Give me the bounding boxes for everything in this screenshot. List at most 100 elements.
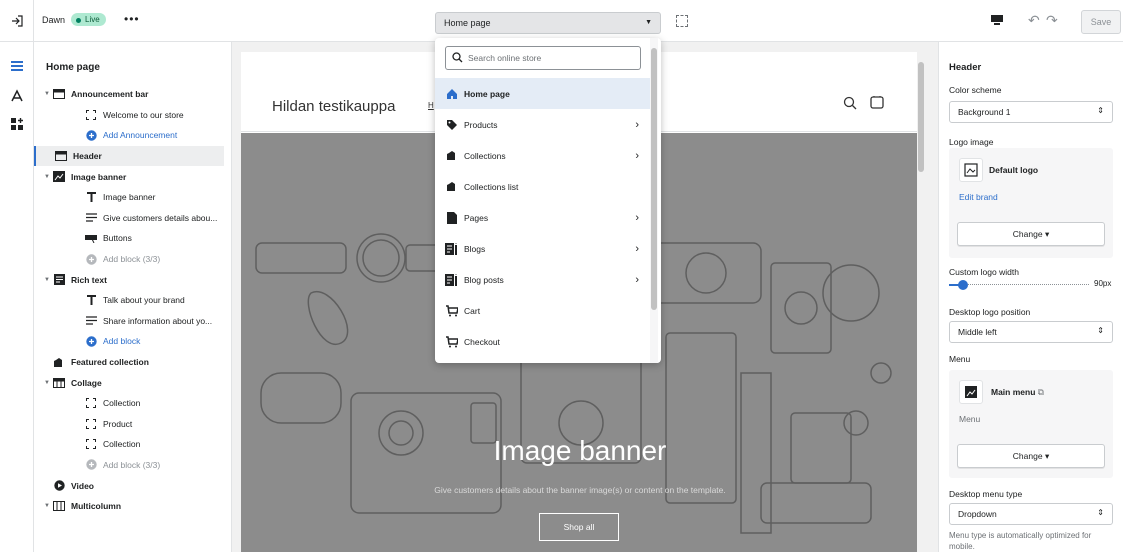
chevron-right-icon: › xyxy=(635,149,639,162)
sidebar-item-label: Announcement bar xyxy=(71,89,149,100)
sections-icon[interactable] xyxy=(9,58,25,74)
sidebar-section[interactable]: Featured collection xyxy=(34,352,224,373)
dropdown-item-label: Collections xyxy=(464,150,506,161)
exit-button[interactable] xyxy=(0,0,34,42)
text-icon xyxy=(84,294,98,306)
sidebar-section[interactable]: ▼ Rich text xyxy=(34,269,224,290)
desktop-device-icon[interactable] xyxy=(990,14,1004,26)
chevron-down-icon: ▾ xyxy=(1044,229,1050,239)
sidebar-section[interactable]: ▼ Image banner xyxy=(34,166,224,187)
logo-position-value: Middle left xyxy=(958,327,997,337)
store-search-icon[interactable] xyxy=(843,96,857,110)
dropdown-item[interactable]: Checkout xyxy=(435,326,651,357)
dropdown-item[interactable]: Blog posts › xyxy=(435,264,651,295)
settings-title: Header xyxy=(949,62,982,73)
sidebar-section[interactable]: ▼ Collage xyxy=(34,372,224,393)
exit-icon xyxy=(11,15,23,27)
banner-shop-button[interactable]: Shop all xyxy=(539,513,619,541)
video-icon xyxy=(52,480,66,492)
add-circle-icon xyxy=(84,335,98,347)
dropdown-item[interactable]: Products › xyxy=(435,109,651,140)
dropdown-item[interactable]: Pages › xyxy=(435,202,651,233)
change-logo-button[interactable]: Change ▾ xyxy=(957,222,1105,246)
sidebar-item-label: Video xyxy=(71,480,94,491)
sidebar-item-label: Product xyxy=(103,418,133,429)
caret-down-icon[interactable]: ▼ xyxy=(42,503,52,509)
add-block-button[interactable]: Add block xyxy=(34,331,224,352)
menu-type-help: Menu type is automatically optimized for… xyxy=(949,531,1092,551)
dropdown-item-label: Collections list xyxy=(464,181,519,192)
select-arrows-icon: ⇕ xyxy=(1097,326,1104,335)
store-cart-icon[interactable] xyxy=(869,94,885,110)
dropdown-item-label: Blogs xyxy=(464,243,486,254)
preview-scrollbar[interactable] xyxy=(917,52,925,552)
more-actions-button[interactable]: ••• xyxy=(124,12,140,26)
rich-text-icon xyxy=(52,274,66,286)
sidebar-section-selected[interactable]: Header xyxy=(34,145,224,167)
sidebar-block[interactable]: Welcome to our store xyxy=(34,105,224,126)
caret-down-icon[interactable]: ▼ xyxy=(42,91,52,97)
undo-icon[interactable]: ↶ xyxy=(1028,12,1040,29)
slider-knob[interactable] xyxy=(958,280,968,290)
left-rail xyxy=(0,42,34,552)
caret-down-icon[interactable]: ▼ xyxy=(42,380,52,386)
sidebar-item-label: Header xyxy=(73,151,102,162)
dropdown-item[interactable]: Collections list xyxy=(435,171,651,202)
logo-card: Default logo Edit brand Change ▾ xyxy=(949,148,1113,258)
color-scheme-value: Background 1 xyxy=(958,107,1011,117)
sidebar-block[interactable]: Collection xyxy=(34,393,224,414)
chevron-right-icon: › xyxy=(635,242,639,255)
add-block-button[interactable]: Add Announcement xyxy=(34,125,224,146)
store-nav-link[interactable]: H xyxy=(428,101,434,110)
announcement-icon xyxy=(52,88,66,100)
page-selector[interactable]: Home page ▼ xyxy=(435,12,661,34)
sidebar-item-label: Share information about yo... xyxy=(103,315,213,326)
dropdown-item[interactable]: Blogs › xyxy=(435,233,651,264)
caret-down-icon[interactable]: ▼ xyxy=(42,174,52,180)
header-icon xyxy=(54,150,68,162)
color-scheme-select[interactable]: Background 1 ⇕ xyxy=(949,101,1113,123)
sidebar-block[interactable]: Collection xyxy=(34,434,224,455)
logo-name: Default logo xyxy=(989,165,1039,175)
redo-icon[interactable]: ↷ xyxy=(1046,12,1058,29)
edit-brand-link[interactable]: Edit brand xyxy=(959,192,998,202)
menu-image-icon xyxy=(959,380,983,404)
section-tree: ▼ Announcement bar Welcome to our store Add… xyxy=(34,84,224,516)
sidebar-item-label: Welcome to our store xyxy=(103,109,184,120)
sidebar-block[interactable]: Product xyxy=(34,414,224,435)
logo-position-select[interactable]: Middle left ⇕ xyxy=(949,321,1113,343)
dropdown-search-input[interactable]: Search online store xyxy=(445,46,641,70)
dropdown-scrollbar[interactable] xyxy=(650,38,658,363)
logo-width-slider[interactable] xyxy=(949,280,1089,290)
sections-sidebar: Home page ▼ Announcement bar Welcome to ou… xyxy=(34,42,232,552)
sidebar-section[interactable]: ▼ Multicolumn xyxy=(34,496,224,517)
text-icon xyxy=(84,191,98,203)
dropdown-item[interactable]: Cart xyxy=(435,295,651,326)
menu-name[interactable]: Main menu ⧉ xyxy=(991,387,1044,398)
theme-settings-icon[interactable] xyxy=(9,88,25,104)
sidebar-item-label: Rich text xyxy=(71,274,107,285)
collection-icon xyxy=(445,180,459,194)
sidebar-block[interactable]: Buttons xyxy=(34,228,224,249)
change-menu-button[interactable]: Change ▾ xyxy=(957,444,1105,468)
sidebar-section[interactable]: ▼ Announcement bar xyxy=(34,84,224,105)
sidebar-section[interactable]: Video xyxy=(34,475,224,496)
desktop-menu-type-label: Desktop menu type xyxy=(949,489,1023,499)
dropdown-item[interactable]: Home page xyxy=(435,78,651,109)
sidebar-block[interactable]: Share information about yo... xyxy=(34,311,224,332)
menu-type-select[interactable]: Dropdown ⇕ xyxy=(949,503,1113,525)
store-name[interactable]: Hildan testikauppa xyxy=(272,98,395,115)
inspector-icon[interactable] xyxy=(676,15,688,27)
sidebar-block[interactable]: Image banner xyxy=(34,187,224,208)
caret-down-icon[interactable]: ▼ xyxy=(42,277,52,283)
menu-card: Main menu ⧉ Menu Change ▾ xyxy=(949,370,1113,478)
sidebar-block[interactable]: Talk about your brand xyxy=(34,290,224,311)
search-icon xyxy=(452,52,463,63)
save-button[interactable]: Save xyxy=(1081,10,1121,34)
dropdown-item[interactable]: Collections › xyxy=(435,140,651,171)
chevron-right-icon: › xyxy=(635,118,639,131)
sidebar-item-label: Image banner xyxy=(103,192,156,203)
dropdown-item-label: Products xyxy=(464,119,498,130)
sidebar-block[interactable]: Give customers details abou... xyxy=(34,208,224,229)
apps-icon[interactable] xyxy=(9,116,25,132)
